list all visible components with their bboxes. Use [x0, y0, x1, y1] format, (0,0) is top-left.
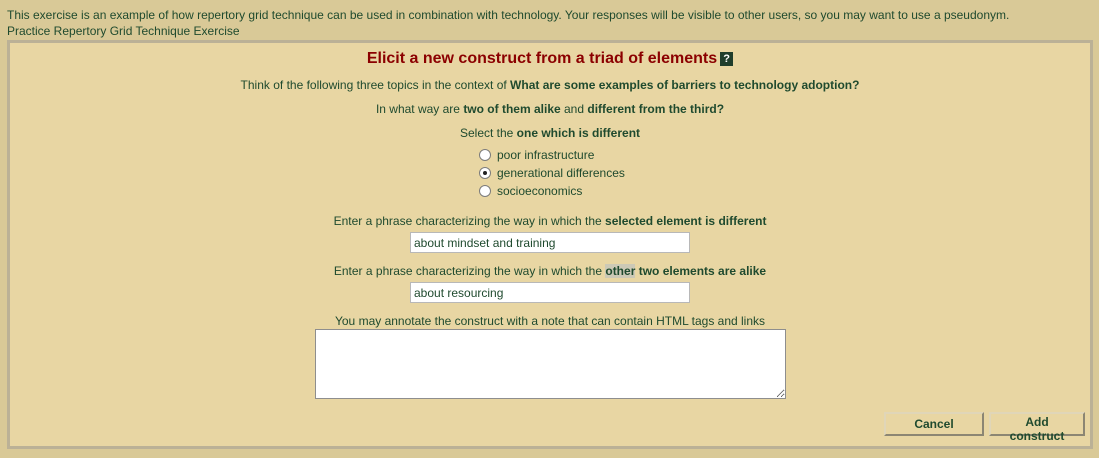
- radio-option-generational-differences[interactable]: generational differences: [479, 164, 625, 182]
- intro-context: What are some examples of barriers to te…: [510, 78, 860, 92]
- alike-prompt-other: other: [605, 264, 636, 278]
- select-b: one which is different: [516, 126, 641, 140]
- intro-line: Think of the following three topics in t…: [10, 78, 1090, 92]
- note-textarea[interactable]: [315, 329, 786, 399]
- different-phrase-input[interactable]: [410, 232, 690, 253]
- radio-option-poor-infrastructure[interactable]: poor infrastructure: [479, 146, 625, 164]
- select-a: Select the: [459, 126, 517, 140]
- question-line: In what way are two of them alike and di…: [10, 102, 1090, 116]
- radio-button[interactable]: [479, 149, 491, 161]
- cancel-button[interactable]: Cancel: [884, 412, 984, 436]
- different-prompt-b: selected element is different: [605, 214, 767, 228]
- construct-panel: Elicit a new construct from a triad of e…: [7, 40, 1093, 449]
- radio-label: poor infrastructure: [497, 148, 595, 162]
- question-b: two of them alike: [463, 102, 561, 116]
- question-d: different from the third?: [587, 102, 725, 116]
- alike-prompt-a: Enter a phrase characterizing the way in…: [333, 264, 606, 278]
- intro-prefix: Think of the following three topics in t…: [240, 78, 511, 92]
- question-c: and: [560, 102, 588, 116]
- help-icon[interactable]: ?: [720, 52, 734, 66]
- radio-button[interactable]: [479, 185, 491, 197]
- radio-label: generational differences: [497, 166, 625, 180]
- heading-text: Elicit a new construct from a triad of e…: [366, 50, 718, 67]
- radio-option-socioeconomics[interactable]: socioeconomics: [479, 182, 625, 200]
- notice-text: This exercise is an example of how reper…: [7, 8, 1010, 22]
- note-prompt: You may annotate the construct with a no…: [334, 314, 766, 328]
- question-a: In what way are: [375, 102, 464, 116]
- exercise-title: Practice Repertory Grid Technique Exerci…: [7, 24, 240, 38]
- radio-label: socioeconomics: [497, 184, 583, 198]
- alike-phrase-input[interactable]: [410, 282, 690, 303]
- alike-prompt-d: two elements are alike: [638, 264, 767, 278]
- select-line: Select the one which is different: [10, 126, 1090, 140]
- radio-button-checked[interactable]: [479, 167, 491, 179]
- page-title: Elicit a new construct from a triad of e…: [10, 50, 1090, 68]
- different-prompt: Enter a phrase characterizing the way in…: [10, 214, 1090, 228]
- different-prompt-a: Enter a phrase characterizing the way in…: [333, 214, 606, 228]
- alike-prompt: Enter a phrase characterizing the way in…: [10, 264, 1090, 278]
- element-radio-group: poor infrastructure generational differe…: [479, 146, 625, 200]
- add-construct-button[interactable]: Add construct: [989, 412, 1085, 443]
